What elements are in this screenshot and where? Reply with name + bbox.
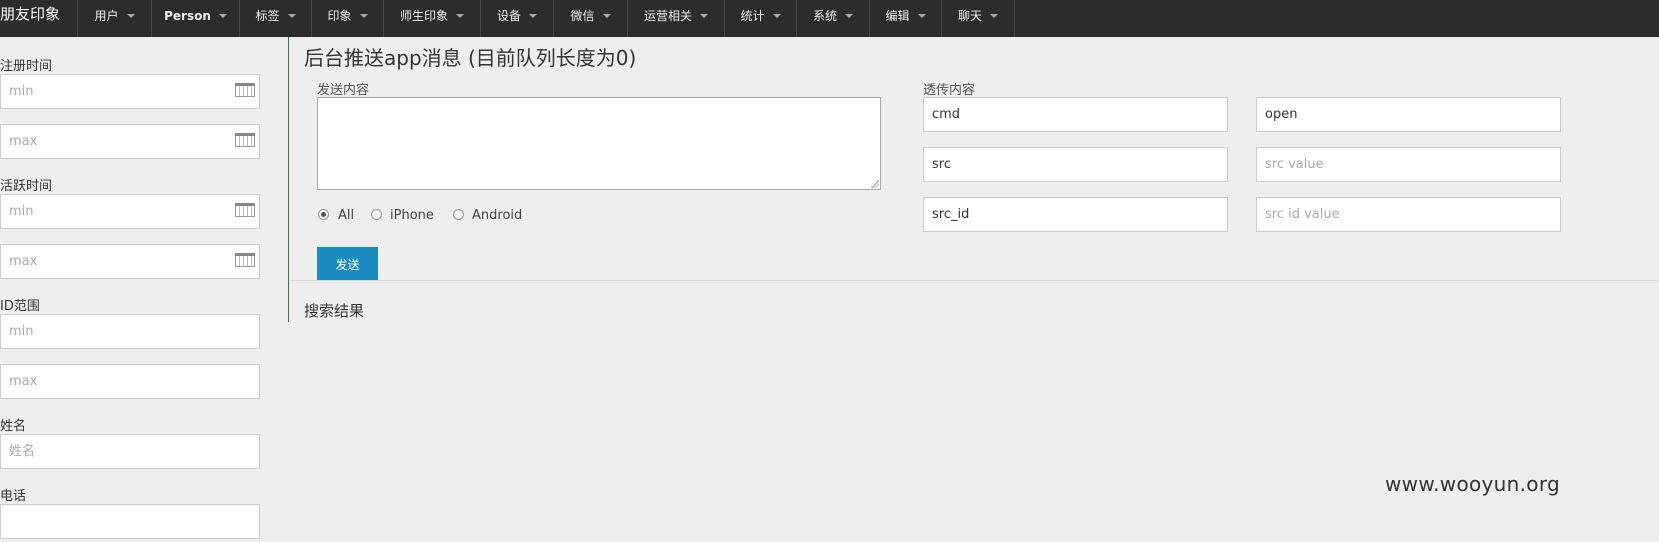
send-content-textarea[interactable] — [317, 97, 881, 190]
active-time-min-input[interactable]: min — [0, 194, 260, 229]
name-input[interactable]: 姓名 — [0, 434, 260, 469]
id-range-min-input[interactable]: min — [0, 314, 260, 349]
radio-iphone[interactable] — [371, 209, 382, 220]
section-divider — [289, 280, 1659, 281]
search-results-title: 搜索结果 — [304, 302, 365, 320]
name-placeholder: 姓名 — [9, 444, 36, 459]
passthrough-key-value: src_id — [932, 207, 970, 222]
passthrough-value-placeholder: src value — [1265, 157, 1324, 172]
nav-divider — [1014, 0, 1016, 37]
nav-menu-teacher-student-impressions[interactable]: 师生印象 — [383, 0, 480, 37]
radio-iphone-label[interactable]: iPhone — [390, 208, 434, 223]
chevron-down-icon — [602, 13, 611, 18]
filter-sidebar: 注册时间 min max 活跃时间 min max ID范围 min max 姓… — [0, 37, 275, 542]
register-time-max-placeholder: max — [9, 134, 38, 149]
phone-input[interactable] — [0, 504, 260, 539]
chevron-down-icon — [529, 13, 537, 18]
chevron-down-icon — [287, 13, 296, 18]
passthrough-value-text: open — [1265, 107, 1298, 122]
passthrough-key-value: src — [932, 157, 951, 172]
chevron-down-icon — [359, 13, 368, 18]
radio-android-label[interactable]: Android — [472, 208, 522, 223]
register-time-min-placeholder: min — [9, 84, 34, 99]
passthrough-value-placeholder: src id value — [1265, 207, 1340, 222]
nav-menu-users[interactable]: 用户 — [77, 0, 151, 37]
send-content-label: 发送内容 — [317, 83, 370, 98]
passthrough-value-input[interactable]: open — [1256, 97, 1561, 132]
id-range-label: ID范围 — [0, 299, 40, 314]
passthrough-key-value: cmd — [932, 107, 961, 122]
nav-menu-person[interactable]: Person — [151, 0, 239, 37]
passthrough-key-input[interactable]: src — [923, 147, 1228, 182]
passthrough-content-label: 透传内容 — [923, 83, 976, 98]
nav-menu-system[interactable]: 系统 — [796, 0, 869, 37]
chevron-down-icon — [700, 13, 708, 18]
chevron-down-icon — [218, 13, 227, 18]
radio-android[interactable] — [453, 209, 464, 220]
passthrough-key-input[interactable]: cmd — [923, 97, 1228, 132]
id-range-max-input[interactable]: max — [0, 364, 260, 399]
nav-menu-wechat[interactable]: 微信 — [553, 0, 627, 37]
nav-menu-devices[interactable]: 设备 — [480, 0, 553, 37]
active-time-max-input[interactable]: max — [0, 244, 260, 279]
id-range-max-placeholder: max — [9, 374, 38, 389]
passthrough-value-input[interactable]: src value — [1256, 147, 1561, 182]
chevron-down-icon — [990, 13, 998, 18]
chevron-down-icon — [772, 13, 781, 18]
nav-menu-operations[interactable]: 运营相关 — [627, 0, 724, 37]
active-time-label: 活跃时间 — [0, 179, 53, 194]
nav-menu-impressions[interactable]: 印象 — [311, 0, 383, 37]
active-time-max-placeholder: max — [9, 254, 38, 269]
send-button[interactable]: 发送 — [317, 247, 378, 281]
name-label: 姓名 — [0, 419, 27, 434]
register-time-label: 注册时间 — [0, 59, 53, 74]
calendar-icon[interactable] — [235, 203, 255, 217]
nav-menu-tags[interactable]: 标签 — [239, 0, 311, 37]
passthrough-key-input[interactable]: src_id — [923, 197, 1228, 232]
nav-menu-chat[interactable]: 聊天 — [941, 0, 1014, 37]
page-title: 后台推送app消息 (目前队列长度为0) — [304, 46, 637, 70]
id-range-min-placeholder: min — [9, 324, 34, 339]
radio-all-label[interactable]: All — [338, 208, 354, 223]
radio-all[interactable] — [318, 209, 329, 220]
calendar-icon[interactable] — [235, 83, 255, 97]
calendar-icon[interactable] — [235, 253, 255, 267]
register-time-min-input[interactable]: min — [0, 74, 260, 109]
resize-handle[interactable] — [871, 180, 879, 188]
active-time-min-placeholder: min — [9, 204, 34, 219]
passthrough-value-input[interactable]: src id value — [1256, 197, 1561, 232]
chevron-down-icon — [126, 13, 135, 18]
chevron-down-icon — [917, 13, 926, 18]
top-navbar: 朋友印象 用户 Person 标签 印象 师生印象 设备 微信 运营相关 统计 … — [0, 0, 1659, 37]
nav-menu-edit[interactable]: 编辑 — [869, 0, 941, 37]
chevron-down-icon — [845, 13, 853, 18]
calendar-icon[interactable] — [235, 133, 255, 147]
phone-label: 电话 — [0, 489, 27, 504]
register-time-max-input[interactable]: max — [0, 124, 260, 159]
brand-logo[interactable]: 朋友印象 — [0, 0, 77, 37]
watermark: www.wooyun.org — [1385, 472, 1560, 496]
nav-menu-statistics[interactable]: 统计 — [724, 0, 796, 37]
chevron-down-icon — [456, 13, 464, 18]
